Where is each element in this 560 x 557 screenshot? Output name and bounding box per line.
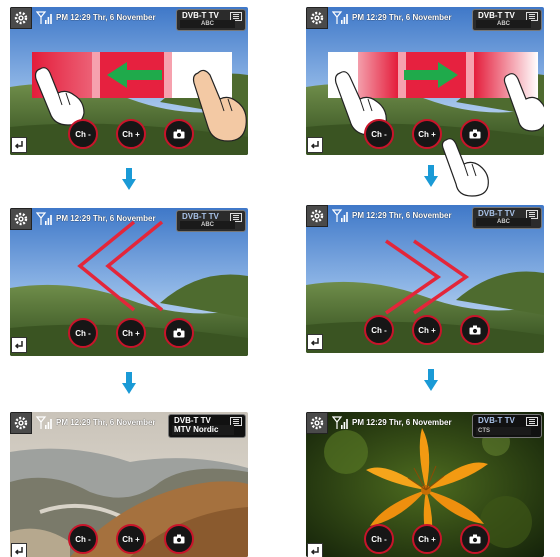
arrow-down-icon: [122, 372, 136, 394]
camera-icon: [173, 328, 185, 338]
channel-source-label: DVB-T TV: [182, 11, 219, 20]
gear-icon: [310, 416, 324, 430]
back-button[interactable]: [307, 334, 323, 350]
status-datetime: PM 12:29 Thr, 6 November: [352, 418, 452, 427]
channel-down-button[interactable]: Ch -: [364, 524, 394, 554]
channel-up-button[interactable]: Ch +: [412, 119, 442, 149]
gear-icon: [14, 416, 28, 430]
status-datetime: PM 12:29 Thr, 6 November: [56, 214, 156, 223]
channel-name-label: MTV Nordic: [172, 425, 234, 435]
channel-up-button[interactable]: Ch +: [412, 315, 442, 345]
channel-name-label: ABC: [476, 20, 531, 28]
channel-up-button[interactable]: Ch +: [412, 524, 442, 554]
settings-button[interactable]: [10, 7, 32, 29]
back-button[interactable]: [307, 137, 323, 153]
snapshot-button[interactable]: [164, 119, 194, 149]
screen-swipe-right: PM 12:29 Thr, 6 November DVB-T TV ABC Ch…: [306, 7, 544, 155]
settings-button[interactable]: [306, 412, 328, 434]
channel-down-button[interactable]: Ch -: [68, 318, 98, 348]
snapshot-button[interactable]: [460, 524, 490, 554]
channel-up-button[interactable]: Ch +: [116, 119, 146, 149]
hand-pointer-icon: [192, 69, 247, 142]
gear-icon: [14, 212, 28, 226]
arrow-down-icon: [424, 369, 438, 391]
back-button[interactable]: [307, 543, 323, 557]
screen-next-channel: PM 12:29 Thr, 6 November DVB-T TV CTS Ch…: [306, 412, 544, 557]
channel-source-label: DVB-T TV: [478, 209, 515, 218]
gear-icon: [310, 209, 324, 223]
status-datetime: PM 12:29 Thr, 6 November: [56, 13, 156, 22]
screen-transition-right: PM 12:29 Thr, 6 November DVB-T TV ABC Ch…: [306, 205, 544, 353]
signal-strength-icon: [332, 209, 348, 222]
channel-info-panel[interactable]: DVB-T TV ABC: [472, 9, 542, 31]
screen-swipe-left: PM 12:29 Thr, 6 November DVB-T TV ABC Ch…: [10, 7, 248, 155]
hand-pointer-icon: [441, 138, 489, 197]
gear-icon: [14, 11, 28, 25]
arrow-down-icon: [122, 168, 136, 190]
menu-icon[interactable]: [526, 417, 538, 426]
channel-down-button[interactable]: Ch -: [364, 119, 394, 149]
snapshot-button[interactable]: [164, 318, 194, 348]
settings-button[interactable]: [306, 205, 328, 227]
channel-source-label: DVB-T TV: [182, 212, 219, 221]
channel-down-button[interactable]: Ch -: [68, 524, 98, 554]
back-button[interactable]: [11, 543, 27, 557]
arrow-down-icon: [424, 165, 438, 187]
camera-icon: [469, 325, 481, 335]
status-datetime: PM 12:29 Thr, 6 November: [352, 211, 452, 220]
channel-info-panel[interactable]: DVB-T TV ABC: [472, 207, 542, 229]
channel-down-button[interactable]: Ch -: [364, 315, 394, 345]
hand-pointer-icon: [503, 73, 544, 132]
signal-strength-icon: [36, 416, 52, 429]
snapshot-button[interactable]: [460, 315, 490, 345]
channel-info-panel[interactable]: DVB-T TV CTS: [472, 414, 542, 438]
back-icon: [310, 141, 319, 149]
camera-icon: [173, 129, 185, 139]
back-icon: [310, 547, 319, 555]
channel-up-button[interactable]: Ch +: [116, 318, 146, 348]
hand-pointer-icon: [34, 67, 85, 126]
channel-name-label: ABC: [180, 221, 235, 229]
settings-button[interactable]: [10, 208, 32, 230]
camera-icon: [173, 534, 185, 544]
channel-name-label: ABC: [180, 20, 235, 28]
camera-icon: [469, 534, 481, 544]
status-datetime: PM 12:29 Thr, 6 November: [352, 13, 452, 22]
channel-source-label: DVB-T TV: [478, 11, 515, 20]
back-icon: [14, 547, 23, 555]
channel-info-panel[interactable]: DVB-T TV ABC: [176, 210, 246, 232]
channel-source-label: DVB-T TV: [174, 416, 211, 425]
back-button[interactable]: [11, 137, 27, 153]
channel-source-label: DVB-T TV: [478, 416, 515, 425]
screen-previous-channel: PM 12:29 Thr, 6 November DVB-T TV MTV No…: [10, 412, 248, 557]
back-icon: [14, 341, 23, 349]
signal-strength-icon: [36, 11, 52, 24]
channel-up-button[interactable]: Ch +: [116, 524, 146, 554]
channel-info-panel[interactable]: DVB-T TV ABC: [176, 9, 246, 31]
back-button[interactable]: [11, 337, 27, 353]
channel-down-button[interactable]: Ch -: [68, 119, 98, 149]
settings-button[interactable]: [306, 7, 328, 29]
back-icon: [310, 338, 319, 346]
settings-button[interactable]: [10, 412, 32, 434]
gear-icon: [310, 11, 324, 25]
signal-strength-icon: [332, 11, 348, 24]
screen-transition-left: PM 12:29 Thr, 6 November DVB-T TV ABC Ch…: [10, 208, 248, 356]
channel-info-panel[interactable]: DVB-T TV MTV Nordic: [168, 414, 246, 438]
signal-strength-icon: [36, 212, 52, 225]
status-datetime: PM 12:29 Thr, 6 November: [56, 418, 156, 427]
channel-name-label: ABC: [476, 218, 531, 226]
snapshot-button[interactable]: [164, 524, 194, 554]
channel-name-label: CTS: [476, 427, 531, 435]
back-icon: [14, 141, 23, 149]
signal-strength-icon: [332, 416, 348, 429]
